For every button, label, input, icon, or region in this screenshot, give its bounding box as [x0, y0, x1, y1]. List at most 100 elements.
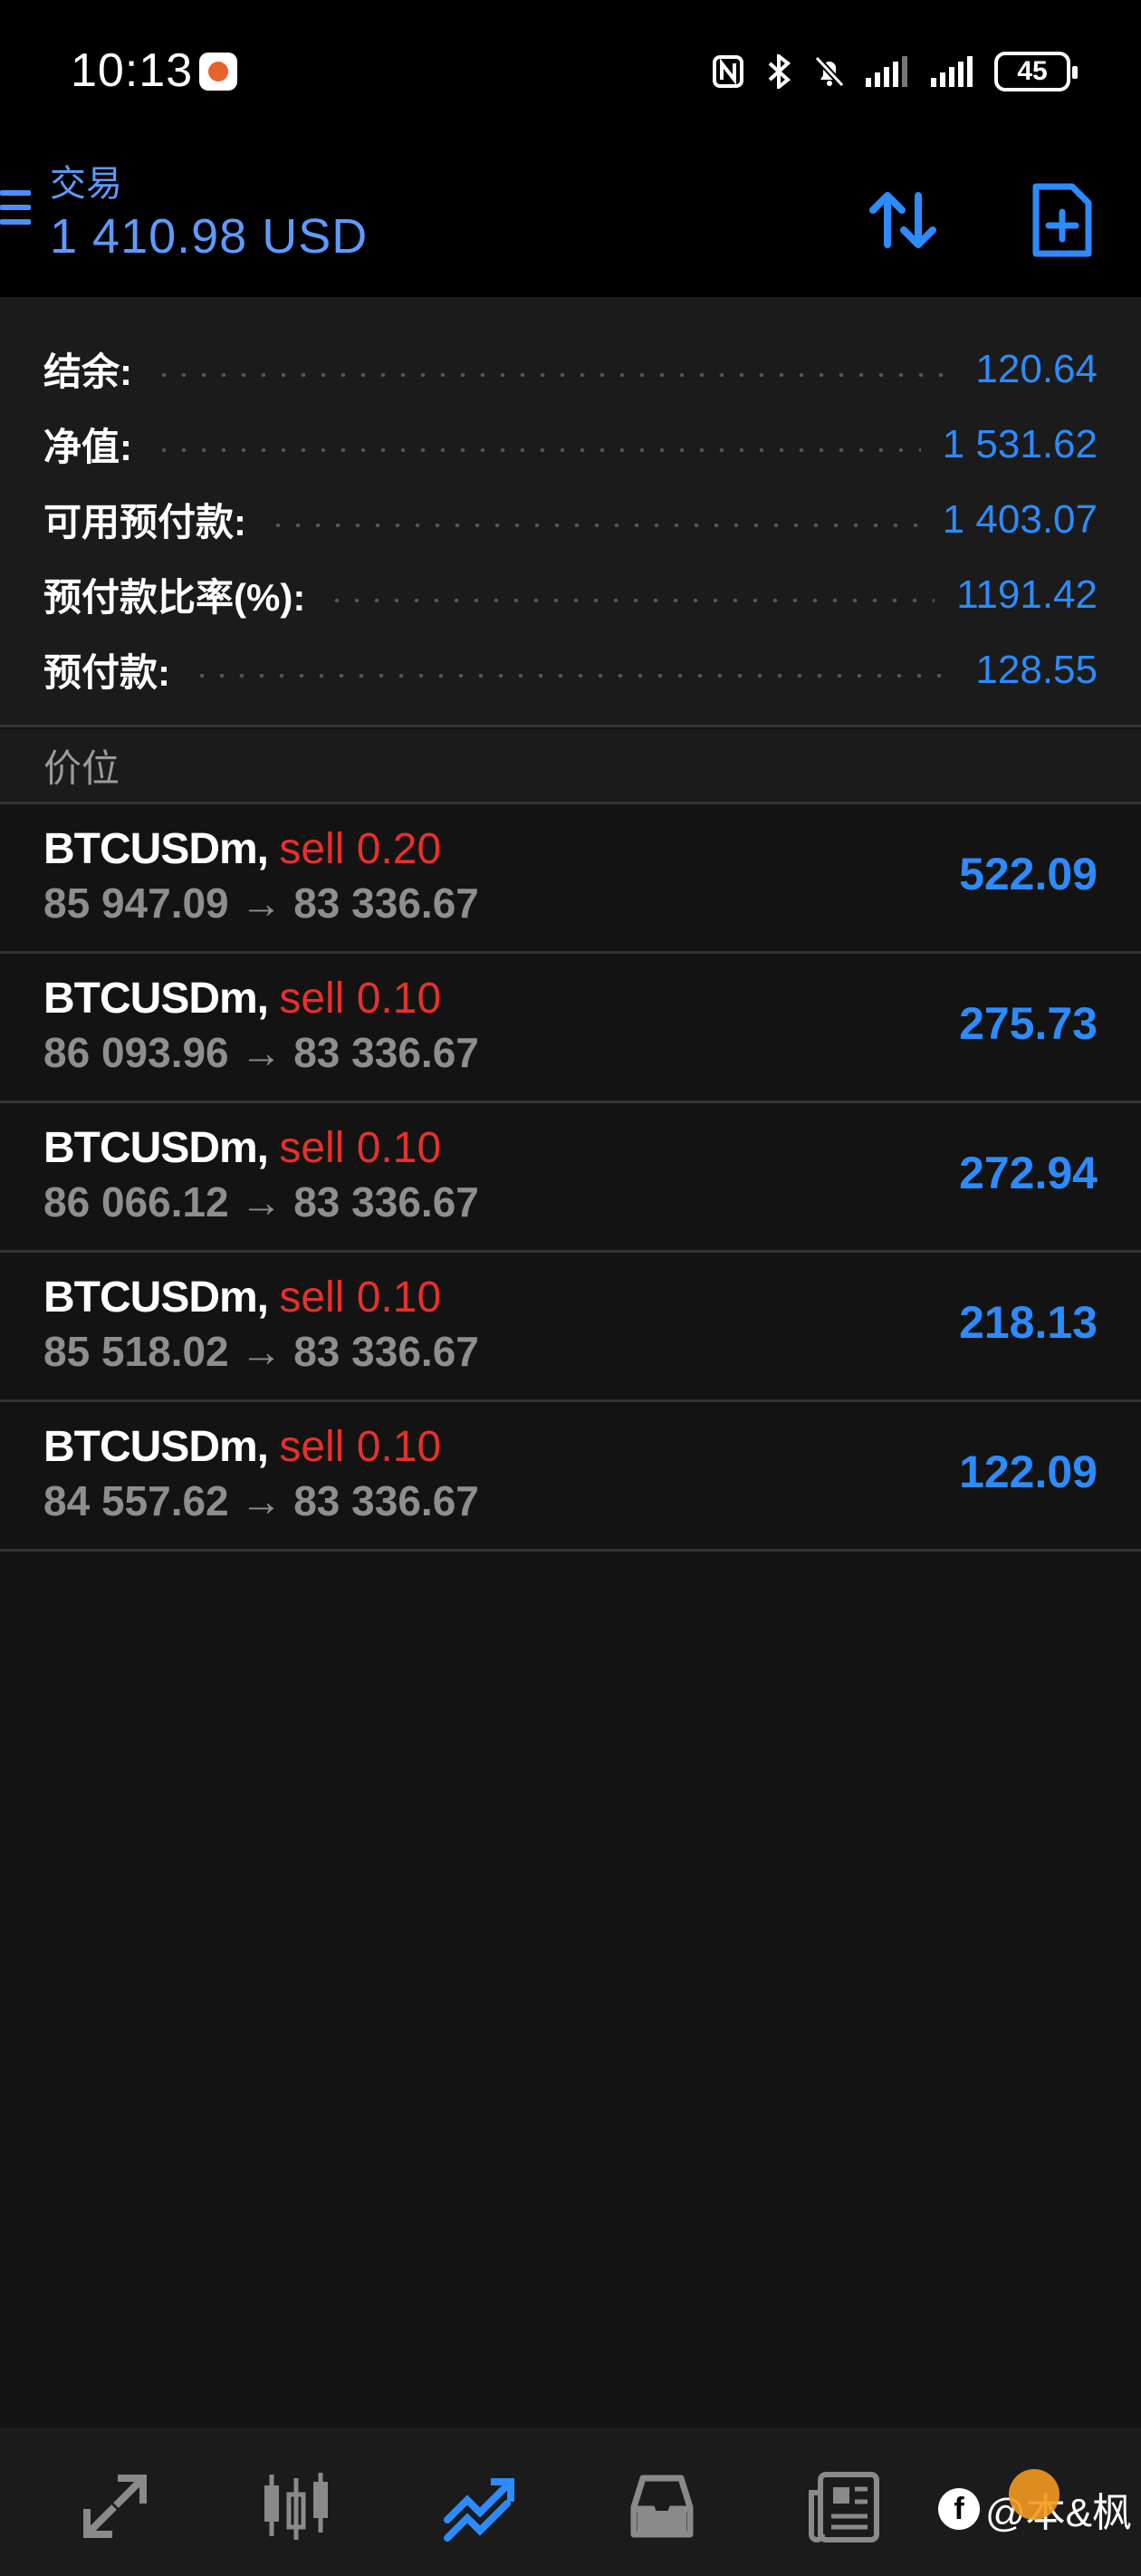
summary-label: 净值:: [43, 426, 132, 468]
position-row[interactable]: BTCUSDm, sell 0.10 86 066.12 → 83 336.67…: [0, 1103, 1141, 1253]
position-prices: 85 947.09 → 83 336.67: [43, 879, 479, 928]
position-symbol: BTCUSDm,: [43, 1274, 269, 1322]
status-time: 10:13: [71, 44, 194, 97]
chart-icon: [264, 2473, 328, 2540]
bluetooth-icon: [762, 52, 795, 91]
current-price: 83 336.67: [293, 1029, 479, 1076]
summary-row-margin-level: 预付款比率(%): 1191.42: [0, 557, 1141, 632]
position-row[interactable]: BTCUSDm, sell 0.20 85 947.09 → 83 336.67…: [0, 804, 1141, 954]
summary-value: 120.64: [975, 346, 1098, 391]
avatar: [1009, 2469, 1060, 2520]
summary-value: 1 531.62: [942, 421, 1098, 466]
current-price: 83 336.67: [293, 1477, 479, 1524]
app-header: 交易 1 410.98 USD: [0, 145, 1141, 297]
current-price: 83 336.67: [293, 1178, 479, 1226]
nav-history[interactable]: [621, 2465, 703, 2547]
status-bar: 10:13 45: [0, 0, 1141, 145]
dotted-leader: [268, 523, 921, 527]
position-profit: 522.09: [959, 849, 1098, 899]
position-symbol: BTCUSDm,: [43, 1124, 269, 1172]
menu-icon[interactable]: [0, 190, 31, 235]
summary-label: 预付款:: [43, 651, 170, 694]
current-price: 83 336.67: [293, 879, 479, 927]
positions-section-header: 价位: [0, 729, 1141, 802]
quotes-icon: [83, 2475, 147, 2538]
new-order-button[interactable]: [1021, 179, 1103, 261]
position-prices: 84 557.62 → 83 336.67: [43, 1476, 479, 1525]
current-price: 83 336.67: [293, 1328, 479, 1375]
arrow-right-icon: →: [240, 1328, 283, 1375]
position-action: sell 0.10: [279, 1124, 442, 1172]
arrow-right-icon: →: [240, 1029, 283, 1076]
open-price: 86 066.12: [43, 1178, 229, 1226]
summary-row-balance: 结余: 120.64: [0, 332, 1141, 407]
account-summary: 结余: 120.64 净值: 1 531.62 可用预付款: 1 403.07 …: [0, 297, 1141, 726]
position-action: sell 0.10: [279, 1423, 442, 1471]
summary-label: 结余:: [43, 351, 132, 393]
news-icon: [809, 2472, 879, 2542]
nfc-icon: [712, 54, 744, 89]
nav-quotes[interactable]: [74, 2465, 156, 2547]
summary-row-equity: 净值: 1 531.62: [0, 407, 1141, 482]
open-price: 85 947.09: [43, 879, 229, 927]
positions-list: BTCUSDm, sell 0.20 85 947.09 → 83 336.67…: [0, 804, 1141, 1552]
divider: [0, 725, 1141, 727]
nav-trade[interactable]: [438, 2465, 520, 2547]
add-document-icon: [1032, 183, 1092, 257]
summary-label: 可用预付款:: [43, 501, 246, 543]
open-price: 86 093.96: [43, 1029, 229, 1076]
position-title: BTCUSDm, sell 0.10: [43, 1273, 441, 1322]
summary-value: 1 403.07: [942, 496, 1098, 542]
page-title: 交易: [50, 164, 122, 204]
header-balance: 1 410.98 USD: [50, 209, 369, 264]
position-row[interactable]: BTCUSDm, sell 0.10 85 518.02 → 83 336.67…: [0, 1253, 1141, 1402]
section-title: 价位: [43, 747, 120, 790]
watermark-logo-icon: f: [937, 2488, 980, 2530]
position-prices: 86 093.96 → 83 336.67: [43, 1028, 479, 1077]
position-profit: 218.13: [959, 1297, 1098, 1348]
sort-arrows-icon: [869, 192, 936, 248]
position-action: sell 0.10: [279, 975, 442, 1023]
arrow-right-icon: →: [240, 879, 283, 927]
history-icon: [630, 2475, 694, 2538]
position-prices: 85 518.02 → 83 336.67: [43, 1327, 479, 1376]
position-profit: 272.94: [959, 1148, 1098, 1198]
position-title: BTCUSDm, sell 0.10: [43, 1422, 441, 1472]
position-title: BTCUSDm, sell 0.20: [43, 824, 441, 874]
open-price: 85 518.02: [43, 1328, 229, 1375]
dotted-leader: [327, 598, 935, 602]
summary-row-free-margin: 可用预付款: 1 403.07: [0, 482, 1141, 557]
notification-app-icon: [199, 53, 237, 91]
position-title: BTCUSDm, sell 0.10: [43, 1123, 441, 1173]
dotted-leader: [192, 673, 954, 678]
position-symbol: BTCUSDm,: [43, 975, 269, 1023]
position-action: sell 0.20: [279, 825, 442, 873]
position-symbol: BTCUSDm,: [43, 1423, 269, 1471]
summary-value: 128.55: [975, 647, 1098, 692]
signal-icon: [929, 54, 976, 89]
summary-value: 1191.42: [956, 572, 1098, 617]
dotted-leader: [154, 372, 954, 377]
position-prices: 86 066.12 → 83 336.67: [43, 1177, 479, 1226]
position-profit: 275.73: [959, 998, 1098, 1049]
summary-label: 预付款比率(%):: [43, 576, 306, 619]
signal-icon: [864, 54, 911, 89]
battery-indicator: 45: [994, 52, 1078, 91]
trade-icon: [444, 2478, 514, 2542]
summary-row-margin: 预付款: 128.55: [0, 632, 1141, 707]
open-price: 84 557.62: [43, 1477, 229, 1524]
sort-button[interactable]: [862, 179, 944, 261]
mute-icon: [813, 54, 846, 89]
position-row[interactable]: BTCUSDm, sell 0.10 84 557.62 → 83 336.67…: [0, 1402, 1141, 1552]
position-symbol: BTCUSDm,: [43, 825, 269, 873]
nav-news[interactable]: [804, 2465, 886, 2547]
position-row[interactable]: BTCUSDm, sell 0.10 86 093.96 → 83 336.67…: [0, 954, 1141, 1103]
position-profit: 122.09: [959, 1447, 1098, 1497]
watermark: f @本&枫: [937, 2469, 1132, 2536]
status-icons: 45: [712, 49, 1078, 94]
position-title: BTCUSDm, sell 0.10: [43, 974, 441, 1024]
dotted-leader: [154, 447, 921, 452]
arrow-right-icon: →: [240, 1477, 283, 1524]
nav-chart[interactable]: [255, 2465, 337, 2547]
position-action: sell 0.10: [279, 1274, 442, 1322]
